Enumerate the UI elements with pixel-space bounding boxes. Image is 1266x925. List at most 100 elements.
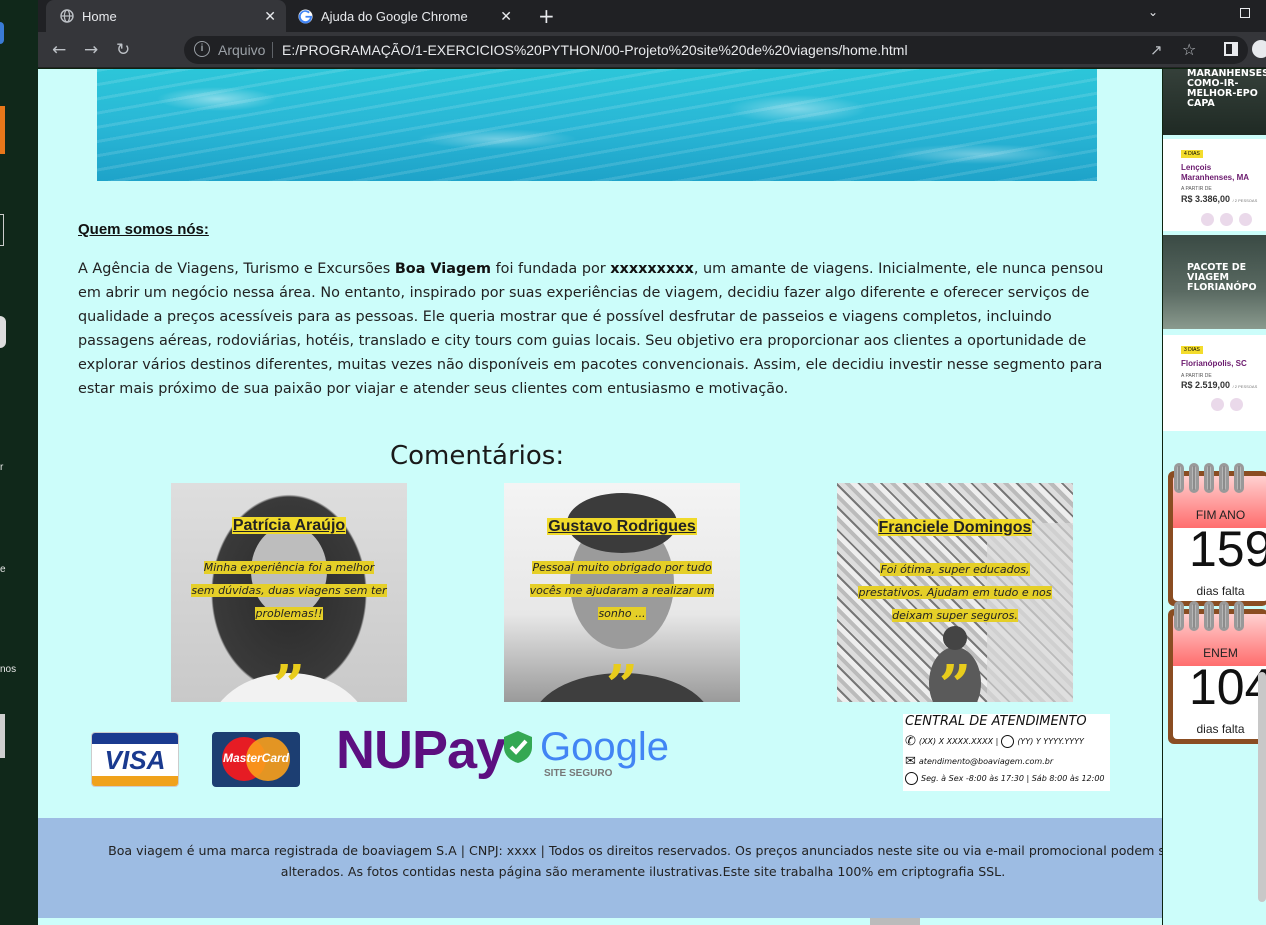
comment-text: Foi ótima, super educados, prestativos. … [857, 558, 1053, 627]
new-tab-icon[interactable]: + [538, 4, 555, 28]
promo-price: R$ 2.519,00 / 2 PESSOAS [1181, 380, 1257, 390]
ring [1189, 463, 1199, 493]
comment-text-body: Minha experiência foi a melhor sem dúvid… [191, 561, 387, 620]
profile-icon[interactable] [1252, 40, 1266, 58]
countdown-caption: dias falta [1196, 722, 1245, 736]
comment-text: Minha experiência foi a melhor sem dúvid… [191, 556, 387, 625]
price-per: / 2 PESSOAS [1232, 384, 1258, 389]
flight-icon [1201, 213, 1214, 226]
google-icon [298, 8, 313, 24]
nupay-logo: NUPay [336, 720, 506, 780]
close-icon[interactable]: ✕ [500, 8, 512, 25]
restore-icon[interactable] [1240, 8, 1250, 18]
price-prefix: A PARTIR DE [1181, 186, 1212, 192]
chevron-down-icon[interactable]: ⌄ [1148, 5, 1158, 19]
email-address[interactable]: atendimento@boaviagem.com.br [919, 757, 1053, 766]
promo-destination: Florianópolis, SC [1181, 359, 1247, 368]
bus-icon [1239, 213, 1252, 226]
price-per: / 2 PESSOAS [1232, 198, 1258, 203]
about-heading: Quem somos nós: [78, 221, 209, 238]
contact-email-row: ✉ atendimento@boaviagem.com.br [905, 754, 1053, 769]
commenter-name: Gustavo Rodrigues [504, 518, 740, 536]
app-icon[interactable] [0, 714, 5, 758]
tab-home[interactable]: Home ✕ [46, 0, 286, 32]
calendar-page: FIM ANO 159 dias falta [1173, 476, 1266, 601]
side-panel-icon[interactable] [1224, 42, 1238, 56]
app-icon[interactable] [0, 214, 4, 246]
google-subtitle: SITE SEGURO [544, 768, 613, 779]
promo-banner-text: PACOTE DE VIAGEM FLORIANÓPO [1187, 262, 1257, 293]
countdown-number: 104 [1189, 659, 1266, 715]
desktop-label: r [0, 462, 4, 473]
promo-banner[interactable]: PACOTE DE VIAGEM FLORIANÓPO [1163, 235, 1266, 329]
google-wordmark: Google [540, 725, 669, 769]
promo-card[interactable]: 3 DIAS Florianópolis, SC A PARTIR DE R$ … [1163, 335, 1266, 431]
visa-band-bottom [92, 776, 178, 786]
app-icon[interactable] [0, 22, 4, 44]
hero-image [97, 69, 1097, 181]
horizontal-scrollbar[interactable] [870, 918, 920, 925]
about-text-part: , um amante de viagens. Inicialmente, el… [78, 261, 1104, 397]
forward-icon[interactable]: → [84, 40, 98, 60]
phone-icon: ✆ [905, 734, 916, 749]
calendar-rings [1174, 463, 1244, 493]
quote-icon: ” [938, 653, 972, 702]
amenity-icons [1201, 213, 1252, 226]
tab-chrome-help[interactable]: Ajuda do Google Chrome ✕ [290, 0, 522, 32]
close-icon[interactable]: ✕ [264, 8, 276, 25]
about-text-part: foi fundada por [491, 261, 611, 277]
desktop-strip: r e nos [0, 0, 38, 925]
promo-banner-text: MARANHENSES COMO-IR- MELHOR-EPO CAPA [1187, 69, 1266, 109]
promo-price-value: R$ 3.386,00 [1181, 194, 1231, 204]
contact-phone-row: ✆ (XX) X XXXX.XXXX | (YY) Y YYYY.YYYY [905, 734, 1084, 749]
comment-card: Franciele Domingos Foi ótima, super educ… [837, 483, 1073, 702]
tab-title: Home [82, 8, 117, 24]
comment-card: Gustavo Rodrigues Pessoal muito obrigado… [504, 483, 740, 702]
app-icon[interactable] [0, 106, 5, 154]
security-label: Arquivo [218, 42, 266, 58]
toolbar: ← → ↻ i Arquivo E:/PROGRAMAÇÃO/1-EXERCIC… [38, 32, 1266, 68]
whatsapp-number: (YY) Y YYYY.YYYY [1017, 737, 1084, 746]
url-text[interactable]: E:/PROGRAMAÇÃO/1-EXERCICIOS%20PYTHON/00-… [282, 42, 908, 58]
countdown-calendar: ENEM 104 dias falta [1168, 601, 1266, 744]
share-icon[interactable]: ↗ [1150, 40, 1163, 60]
countdown-calendar: FIM ANO 159 dias falta [1168, 463, 1266, 606]
ring [1204, 463, 1214, 493]
reload-icon[interactable]: ↻ [116, 40, 130, 60]
promo-destination: Lençois Maranhenses, MA [1181, 163, 1250, 182]
commenter-name-text: Franciele Domingos [877, 519, 1033, 536]
desktop-label: e [0, 564, 6, 575]
whatsapp-icon [1001, 735, 1015, 748]
contact-title: CENTRAL DE ATENDIMENTO [905, 714, 1087, 729]
promo-card[interactable]: 4 DIAS Lençois Maranhenses, MA A PARTIR … [1163, 139, 1266, 231]
promo-banner[interactable]: MARANHENSES COMO-IR- MELHOR-EPO CAPA [1163, 69, 1266, 135]
page-content: Quem somos nós: A Agência de Viagens, Tu… [38, 69, 1162, 925]
clock-icon [905, 772, 918, 785]
about-text-part: A Agência de Viagens, Turismo e Excursõe… [78, 261, 395, 277]
ring [1234, 463, 1244, 493]
back-icon[interactable]: ← [52, 40, 66, 60]
quote-icon: ” [272, 653, 306, 702]
commenter-name: Patrícia Araújo [171, 517, 407, 535]
visa-wordmark: VISA [104, 745, 166, 775]
bookmark-star-icon[interactable]: ☆ [1182, 40, 1196, 60]
ring [1234, 601, 1244, 631]
address-bar[interactable]: i Arquivo E:/PROGRAMAÇÃO/1-EXERCICIOS%20… [184, 36, 1248, 64]
info-icon[interactable]: i [194, 41, 210, 57]
duration-badge: 3 DIAS [1181, 346, 1203, 354]
ring [1189, 601, 1199, 631]
visa-logo: VISA [91, 732, 179, 787]
hotel-icon [1230, 398, 1243, 411]
app-icon[interactable] [0, 316, 6, 348]
countdown-caption: dias falta [1196, 584, 1245, 598]
commenter-name-text: Gustavo Rodrigues [547, 518, 697, 535]
globe-icon [60, 9, 74, 23]
footer: Boa viagem é uma marca registrada de boa… [38, 818, 1162, 918]
ring [1174, 601, 1184, 631]
brand-name: Boa Viagem [394, 261, 492, 277]
vertical-scrollbar[interactable] [1258, 672, 1266, 902]
comment-text-body: Foi ótima, super educados, prestativos. … [858, 563, 1052, 622]
ring [1204, 601, 1214, 631]
promo-price-value: R$ 2.519,00 [1181, 380, 1231, 390]
ring [1219, 463, 1229, 493]
